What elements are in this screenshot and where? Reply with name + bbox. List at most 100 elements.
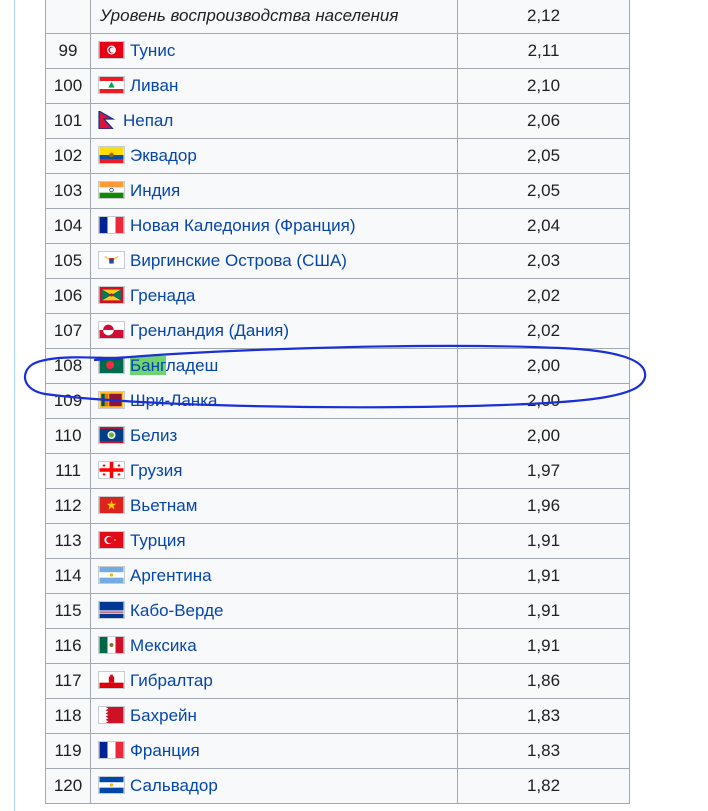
country-cell: Аргентина bbox=[90, 558, 458, 594]
ecuador-flag-icon[interactable] bbox=[98, 146, 125, 164]
country-link[interactable]: Непал bbox=[123, 111, 173, 130]
table-row: 99 Тунис 2,11 bbox=[45, 33, 630, 69]
usvi-flag-icon[interactable] bbox=[98, 251, 125, 269]
value-cell: 2,05 bbox=[457, 138, 630, 174]
table-row: 104 Новая Каледония (Франция) 2,04 bbox=[45, 208, 630, 244]
value-cell: 2,12 bbox=[457, 0, 630, 34]
country-cell: Грузия bbox=[90, 453, 458, 489]
rank-cell: 100 bbox=[45, 68, 91, 104]
value-cell: 2,02 bbox=[457, 278, 630, 314]
table-row: 100 Ливан 2,10 bbox=[45, 68, 630, 104]
table-row: 109 Шри-Ланка 2,00 bbox=[45, 383, 630, 419]
table-row: 106 Гренада 2,02 bbox=[45, 278, 630, 314]
capeverde-flag-icon[interactable] bbox=[98, 601, 125, 619]
country-link-rest: ладеш bbox=[165, 356, 219, 375]
table-row: 105 Виргинские Острова (США) 2,03 bbox=[45, 243, 630, 279]
argentina-flag-icon[interactable] bbox=[98, 566, 125, 584]
country-link[interactable]: Новая Каледония (Франция) bbox=[130, 216, 355, 235]
country-link[interactable]: Гренландия (Дания) bbox=[130, 321, 289, 340]
country-cell: Гренландия (Дания) bbox=[90, 313, 458, 349]
rank-cell: 112 bbox=[45, 488, 91, 524]
value-cell: 2,02 bbox=[457, 313, 630, 349]
text-selection-highlight: Банг bbox=[130, 356, 166, 375]
country-link[interactable]: Тунис bbox=[130, 41, 175, 60]
rank-cell: 116 bbox=[45, 628, 91, 664]
rank-cell: 102 bbox=[45, 138, 91, 174]
turkey-flag-icon[interactable] bbox=[98, 531, 125, 549]
value-cell: 1,83 bbox=[457, 698, 630, 734]
country-link[interactable]: Эквадор bbox=[130, 146, 197, 165]
value-cell: 1,96 bbox=[457, 488, 630, 524]
country-link[interactable]: Шри-Ланка bbox=[130, 391, 217, 410]
belize-flag-icon[interactable] bbox=[98, 426, 125, 444]
rank-cell: 106 bbox=[45, 278, 91, 314]
value-cell: 2,00 bbox=[457, 348, 630, 384]
country-link[interactable]: Аргентина bbox=[130, 566, 212, 585]
rank-cell bbox=[45, 0, 91, 34]
rank-cell: 105 bbox=[45, 243, 91, 279]
table-row: 114 Аргентина 1,91 bbox=[45, 558, 630, 594]
country-link[interactable]: Гибралтар bbox=[130, 671, 213, 690]
country-link[interactable]: Бангладеш bbox=[130, 356, 218, 375]
india-flag-icon[interactable] bbox=[98, 181, 125, 199]
country-cell: Гренада bbox=[90, 278, 458, 314]
country-cell: Индия bbox=[90, 173, 458, 209]
value-cell: 2,05 bbox=[457, 173, 630, 209]
rank-cell: 119 bbox=[45, 733, 91, 769]
table-row: Уровень воспроизводства населения 2,12 bbox=[45, 0, 630, 34]
elsalvador-flag-icon[interactable] bbox=[98, 776, 125, 794]
grenada-flag-icon[interactable] bbox=[98, 286, 125, 304]
mexico-flag-icon[interactable] bbox=[98, 636, 125, 654]
table-row: 112 Вьетнам 1,96 bbox=[45, 488, 630, 524]
country-link[interactable]: Мексика bbox=[130, 636, 197, 655]
country-link[interactable]: Бахрейн bbox=[130, 706, 197, 725]
gibraltar-flag-icon[interactable] bbox=[98, 671, 125, 689]
value-cell: 1,91 bbox=[457, 523, 630, 559]
value-cell: 2,03 bbox=[457, 243, 630, 279]
country-link[interactable]: Ливан bbox=[130, 76, 178, 95]
lebanon-flag-icon[interactable] bbox=[98, 76, 125, 94]
country-link[interactable]: Индия bbox=[130, 181, 180, 200]
country-link[interactable]: Белиз bbox=[130, 426, 177, 445]
country-cell: Турция bbox=[90, 523, 458, 559]
table-row: 120 Сальвадор 1,82 bbox=[45, 768, 630, 804]
rank-cell: 108 bbox=[45, 348, 91, 384]
value-cell: 2,04 bbox=[457, 208, 630, 244]
rank-cell: 110 bbox=[45, 418, 91, 454]
value-cell: 2,10 bbox=[457, 68, 630, 104]
rank-cell: 99 bbox=[45, 33, 91, 69]
france-flag-icon[interactable] bbox=[98, 216, 125, 234]
rank-cell: 118 bbox=[45, 698, 91, 734]
country-cell: Бангладеш bbox=[90, 348, 458, 384]
tunisia-flag-icon[interactable] bbox=[98, 41, 125, 59]
country-cell: Тунис bbox=[90, 33, 458, 69]
value-cell: 2,11 bbox=[457, 33, 630, 69]
country-cell: Ливан bbox=[90, 68, 458, 104]
country-link[interactable]: Кабо-Верде bbox=[130, 601, 223, 620]
country-link[interactable]: Вьетнам bbox=[130, 496, 197, 515]
rank-cell: 117 bbox=[45, 663, 91, 699]
bahrain-flag-icon[interactable] bbox=[98, 706, 125, 724]
country-cell: Эквадор bbox=[90, 138, 458, 174]
value-cell: 1,83 bbox=[457, 733, 630, 769]
country-link[interactable]: Сальвадор bbox=[130, 776, 218, 795]
country-link[interactable]: Грузия bbox=[130, 461, 183, 480]
country-link[interactable]: Турция bbox=[130, 531, 186, 550]
value-cell: 1,91 bbox=[457, 628, 630, 664]
table-row: 117 Гибралтар 1,86 bbox=[45, 663, 630, 699]
country-cell: Непал bbox=[90, 103, 458, 139]
country-cell: Виргинские Острова (США) bbox=[90, 243, 458, 279]
country-link[interactable]: Франция bbox=[130, 741, 200, 760]
table-row: 119 Франция 1,83 bbox=[45, 733, 630, 769]
rank-cell: 115 bbox=[45, 593, 91, 629]
srilanka-flag-icon[interactable] bbox=[98, 391, 125, 409]
rank-cell: 103 bbox=[45, 173, 91, 209]
greenland-flag-icon[interactable] bbox=[98, 321, 125, 339]
france-flag-icon[interactable] bbox=[98, 741, 125, 759]
country-link[interactable]: Гренада bbox=[130, 286, 195, 305]
georgia-flag-icon[interactable] bbox=[98, 461, 125, 479]
vietnam-flag-icon[interactable] bbox=[98, 496, 125, 514]
bangladesh-flag-icon[interactable] bbox=[98, 356, 125, 374]
nepal-flag-icon[interactable] bbox=[98, 111, 118, 129]
country-link[interactable]: Виргинские Острова (США) bbox=[130, 251, 347, 270]
